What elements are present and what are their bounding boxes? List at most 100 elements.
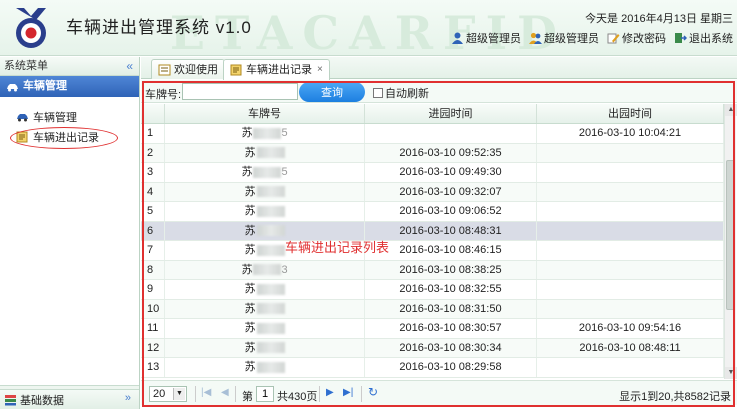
total-pages-label: 共430页 bbox=[277, 391, 318, 403]
scroll-down-icon[interactable]: ▼ bbox=[725, 367, 737, 379]
in-time-cell: 2016-03-10 08:32:55 bbox=[365, 280, 537, 299]
plate-cell: 苏 bbox=[165, 338, 365, 357]
tab-label: 欢迎使用 bbox=[174, 63, 218, 76]
app-header: ETACARFID 车辆进出管理系统 v1.0 今天是 2016年4月13日 星… bbox=[0, 0, 737, 56]
last-page-icon[interactable]: ▶| bbox=[343, 387, 353, 398]
welcome-icon bbox=[158, 64, 171, 75]
grid-header: 车牌号 进园时间 出园时间 bbox=[141, 104, 724, 124]
plate-cell: 苏 bbox=[165, 319, 365, 338]
table-row[interactable]: 3 苏 5 2016-03-10 09:49:30 bbox=[141, 163, 724, 183]
plate-redaction bbox=[253, 264, 282, 276]
plate-redaction bbox=[253, 127, 282, 139]
page-number-input[interactable] bbox=[256, 386, 274, 402]
table-row[interactable]: 12 苏 2016-03-10 08:30:34 2016-03-10 08:48:1… bbox=[141, 338, 724, 358]
plate-prefix: 苏 bbox=[241, 166, 253, 178]
table-row[interactable]: 9 苏 2016-03-10 08:32:55 bbox=[141, 280, 724, 300]
plate-search-input[interactable] bbox=[182, 83, 298, 100]
auto-refresh-checkbox[interactable]: 自动刷新 bbox=[373, 85, 429, 101]
switch-user-link[interactable]: 超级管理员 bbox=[529, 30, 599, 46]
scroll-thumb[interactable] bbox=[726, 160, 735, 310]
sidebar-collapse-icon[interactable]: « bbox=[126, 57, 133, 76]
table-row[interactable]: 10 苏 2016-03-10 08:31:50 bbox=[141, 299, 724, 319]
out-time-cell: 2016-03-10 08:48:11 bbox=[537, 338, 724, 357]
plate-prefix: 苏 bbox=[241, 127, 253, 139]
page-size-select[interactable]: 20 ▼ bbox=[149, 386, 187, 402]
change-password-label: 修改密码 bbox=[622, 33, 666, 45]
scroll-up-icon[interactable]: ▲ bbox=[725, 104, 737, 116]
plate-redaction bbox=[256, 303, 285, 315]
car-group-icon bbox=[7, 83, 18, 91]
plate-redaction bbox=[256, 205, 285, 217]
tab-welcome[interactable]: 欢迎使用 bbox=[151, 59, 225, 79]
sidebar-item-records[interactable]: 车辆进出记录 bbox=[0, 127, 139, 147]
plate-redaction bbox=[256, 147, 285, 159]
table-row[interactable]: 8 苏 3 2016-03-10 08:38:25 bbox=[141, 260, 724, 280]
current-user-link[interactable]: 超级管理员 bbox=[451, 30, 521, 46]
table-row[interactable]: 11 苏 2016-03-10 08:30:57 2016-03-10 09:54:1… bbox=[141, 319, 724, 339]
plate-prefix: 苏 bbox=[244, 322, 256, 334]
pager-separator bbox=[235, 386, 236, 402]
plate-cell: 苏5 bbox=[165, 124, 365, 143]
plate-cell: 苏 bbox=[165, 143, 365, 162]
table-row[interactable]: 2 苏 2016-03-10 09:52:35 bbox=[141, 143, 724, 163]
out-time-cell bbox=[537, 241, 724, 260]
table-row[interactable]: 4 苏 2016-03-10 09:32:07 bbox=[141, 182, 724, 202]
vertical-scrollbar[interactable]: ▲ ▼ bbox=[724, 104, 737, 379]
row-number: 4 bbox=[141, 182, 165, 201]
pager-separator bbox=[361, 386, 362, 402]
user-links: 超级管理员 超级管理员 修改密码 退出系统 bbox=[451, 30, 733, 46]
sidebar-header: 系统菜单 « bbox=[0, 57, 139, 76]
in-time-cell: 2016-03-10 08:46:15 bbox=[365, 241, 537, 260]
sidebar-item-label: 车辆进出记录 bbox=[33, 132, 99, 144]
tab-close-icon[interactable]: × bbox=[317, 61, 323, 79]
plate-prefix: 苏 bbox=[244, 283, 256, 295]
plate-redaction bbox=[253, 166, 282, 178]
first-page-icon[interactable]: |◀ bbox=[201, 387, 211, 398]
plate-cell: 苏3 bbox=[165, 260, 365, 279]
column-header-in-time[interactable]: 进园时间 bbox=[365, 104, 537, 123]
plate-cell: 苏 bbox=[165, 358, 365, 377]
column-header-num bbox=[141, 104, 165, 123]
dropdown-arrow-icon[interactable]: ▼ bbox=[173, 388, 185, 400]
app-logo-icon bbox=[16, 8, 46, 48]
out-time-cell bbox=[537, 202, 724, 221]
table-row[interactable]: 1 苏 5 2016-03-10 10:04:21 bbox=[141, 124, 724, 144]
plate-redaction bbox=[256, 186, 285, 198]
refresh-icon[interactable]: ↻ bbox=[368, 385, 378, 399]
plate-redaction bbox=[256, 225, 285, 237]
switch-user-label: 超级管理员 bbox=[544, 33, 599, 45]
row-number: 12 bbox=[141, 338, 165, 357]
user-icon bbox=[452, 32, 463, 44]
logout-link[interactable]: 退出系统 bbox=[674, 30, 733, 46]
in-time-cell: 2016-03-10 09:52:35 bbox=[365, 143, 537, 162]
page-prefix-label: 第 bbox=[242, 391, 253, 403]
column-header-out-time[interactable]: 出园时间 bbox=[537, 104, 724, 123]
checkbox-box[interactable] bbox=[373, 88, 383, 98]
in-time-cell: 2016-03-10 09:06:52 bbox=[365, 202, 537, 221]
search-button[interactable]: 查询 bbox=[299, 82, 365, 102]
app-title: 车辆进出管理系统 v1.0 bbox=[66, 18, 252, 37]
tab-vehicle-records[interactable]: 车辆进出记录 × bbox=[223, 59, 330, 80]
column-header-plate[interactable]: 车牌号 bbox=[165, 104, 365, 123]
sidebar-group-vehicle[interactable]: 车辆管理 bbox=[0, 76, 139, 97]
plate-tail: 3 bbox=[281, 263, 288, 276]
change-password-link[interactable]: 修改密码 bbox=[607, 30, 666, 46]
sidebar-footer-basic-data[interactable]: 基础数据 » bbox=[0, 389, 139, 409]
table-row[interactable]: 6 苏 2016-03-10 08:48:31 bbox=[141, 221, 724, 241]
car-icon bbox=[17, 114, 28, 122]
sidebar-item-vehicles[interactable]: 车辆管理 bbox=[0, 107, 139, 127]
table-row[interactable]: 13 苏 2016-03-10 08:29:58 bbox=[141, 358, 724, 378]
table-row[interactable]: 5 苏 2016-03-10 09:06:52 bbox=[141, 202, 724, 222]
chevron-down-icon[interactable]: » bbox=[125, 392, 131, 404]
table-row[interactable]: 7 苏 2016-03-10 08:46:15 bbox=[141, 241, 724, 261]
plate-cell: 苏5 bbox=[165, 163, 365, 182]
basic-data-icon bbox=[5, 394, 16, 405]
row-number: 7 bbox=[141, 241, 165, 260]
sidebar-item-label: 车辆管理 bbox=[33, 112, 77, 124]
in-time-cell bbox=[365, 124, 537, 143]
prev-page-icon[interactable]: ◀ bbox=[221, 387, 229, 398]
next-page-icon[interactable]: ▶ bbox=[326, 387, 334, 398]
in-time-cell: 2016-03-10 08:31:50 bbox=[365, 299, 537, 318]
in-time-cell: 2016-03-10 08:29:58 bbox=[365, 358, 537, 377]
plate-prefix: 苏 bbox=[241, 263, 253, 276]
